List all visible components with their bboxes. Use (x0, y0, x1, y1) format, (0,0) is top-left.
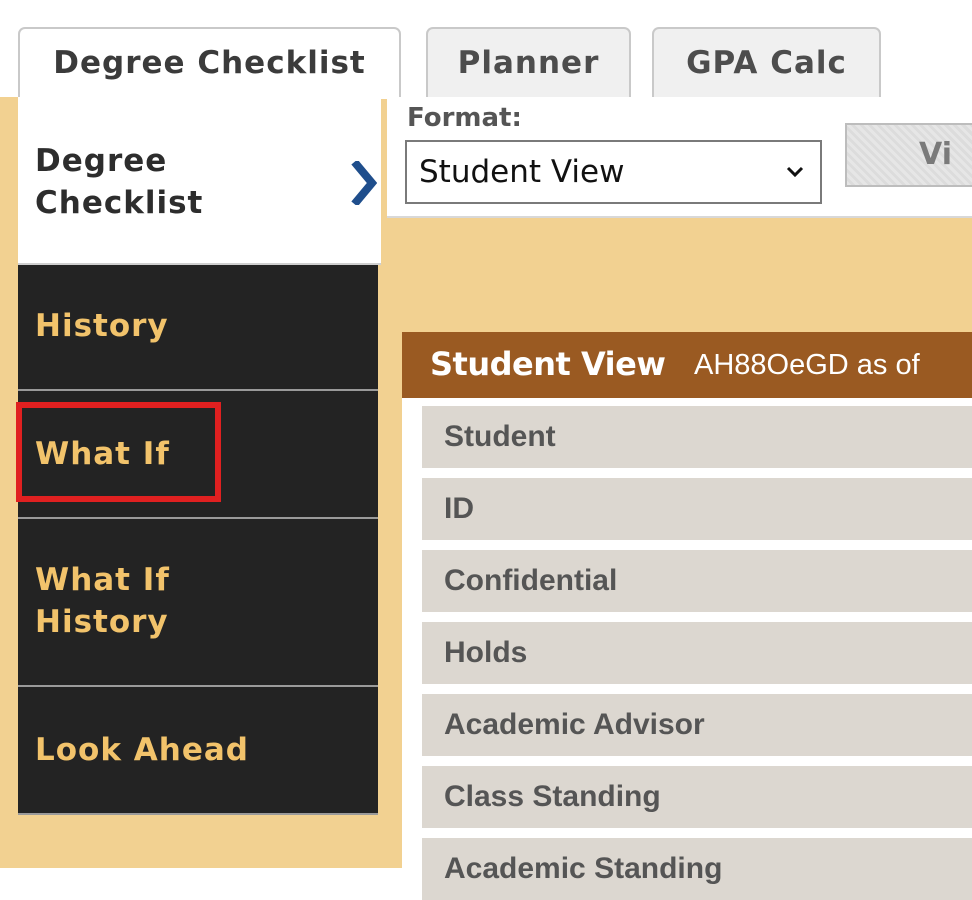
format-label: Format: (407, 103, 522, 133)
format-select-value: Student View (419, 154, 625, 190)
view-button[interactable]: Vi (845, 123, 972, 187)
table-row-confidential: Confidential (422, 550, 972, 612)
table-row-academic-advisor: Academic Advisor (422, 694, 972, 756)
table-row-student: Student (422, 406, 972, 468)
panel-title: Student View (430, 345, 666, 383)
sidebar-item-what-if-history[interactable]: What If History (18, 519, 378, 687)
tab-planner[interactable]: Planner (426, 27, 631, 97)
chevron-down-icon (786, 166, 804, 178)
panel-subtitle: AH88OeGD as of (694, 349, 920, 381)
table-row-class-standing: Class Standing (422, 766, 972, 828)
sidebar-item-history[interactable]: History (18, 265, 378, 391)
tab-degree-checklist[interactable]: Degree Checklist (18, 27, 401, 99)
table-row-academic-standing: Academic Standing (422, 838, 972, 900)
table-row-holds: Holds (422, 622, 972, 684)
tab-gpa-calc[interactable]: GPA Calc (652, 27, 881, 97)
student-view-header: Student View AH88OeGD as of (402, 332, 972, 398)
sidebar-item-label: History (35, 308, 169, 344)
sidebar-item-label: What If History (35, 562, 170, 640)
student-info-table: Student ID Confidential Holds Academic A… (402, 398, 972, 900)
chevron-right-icon (351, 161, 377, 205)
top-tab-bar: Degree Checklist Planner GPA Calc (0, 0, 972, 99)
format-bar: Format: Student View Vi (387, 97, 972, 218)
sidebar-item-label: Look Ahead (35, 732, 249, 768)
sidebar-item-label: Degree Checklist (35, 143, 204, 221)
highlight-box (16, 402, 221, 502)
sidebar-item-degree-checklist[interactable]: Degree Checklist (18, 97, 381, 265)
format-select[interactable]: Student View (405, 140, 822, 204)
sidebar-item-look-ahead[interactable]: Look Ahead (18, 687, 378, 815)
table-row-id: ID (422, 478, 972, 540)
